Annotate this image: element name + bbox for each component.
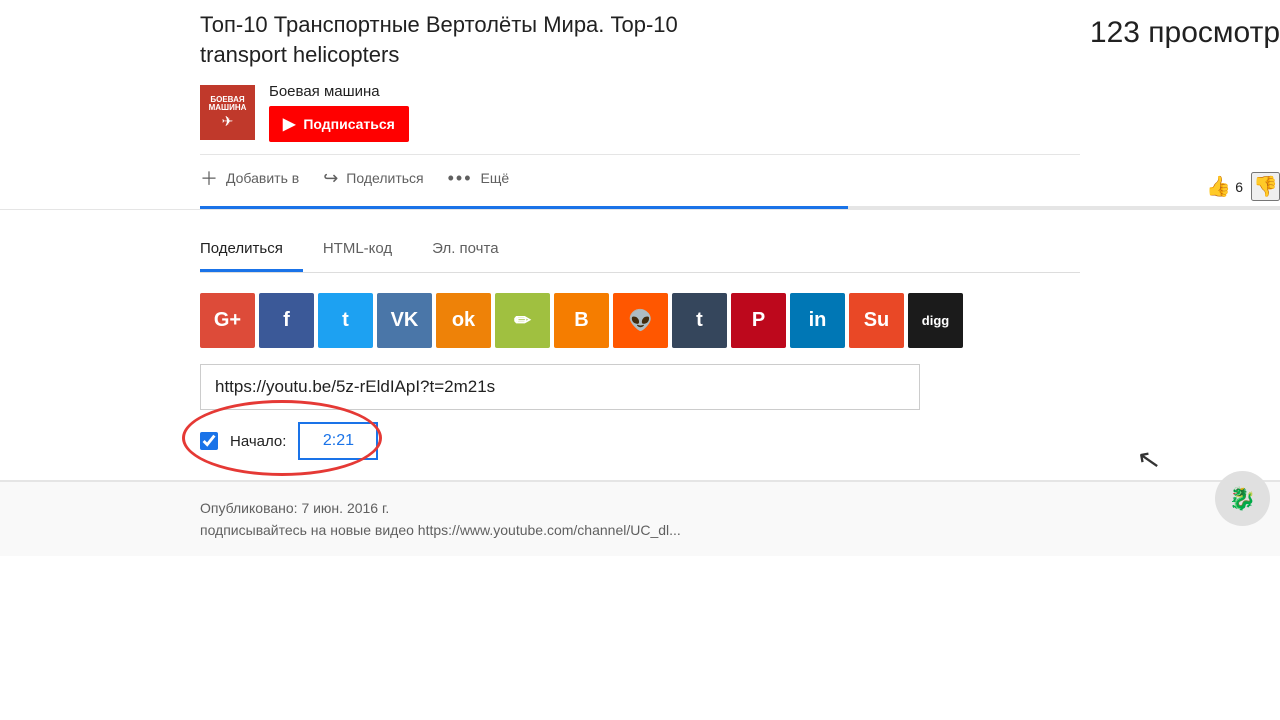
pinterest-icon[interactable]: P (731, 293, 786, 348)
plus-icon: ＋ (200, 165, 218, 191)
more-button[interactable]: ••• Ещё (448, 168, 510, 189)
add-to-button[interactable]: ＋ Добавить в (200, 165, 299, 191)
bottom-section: Опубликовано: 7 июн. 2016 г. подписывайт… (0, 481, 1280, 556)
blogger-icon[interactable]: B (554, 293, 609, 348)
vk-icon[interactable]: VK (377, 293, 432, 348)
tab-html[interactable]: HTML-код (323, 230, 412, 272)
action-row: ＋ Добавить в ↪ Поделиться ••• Ещё 👍 6 👎 (200, 154, 1080, 199)
tab-share[interactable]: Поделиться (200, 230, 303, 272)
digg-icon[interactable]: digg (908, 293, 963, 348)
thumbs-down-icon: 👎 (1253, 176, 1278, 198)
progress-bar-fill (200, 206, 848, 209)
like-button[interactable]: 👍 6 (1206, 174, 1243, 199)
video-title: Топ-10 Транспортные Вертолёты Мира. Top-… (200, 10, 1080, 69)
url-input[interactable] (200, 364, 920, 410)
share-panel: Поделиться HTML-код Эл. почта G+ftVKok✏B… (0, 210, 1280, 481)
published-date: Опубликовано: 7 июн. 2016 г. (200, 500, 1080, 516)
like-dislike-section: 👍 6 👎 (1206, 172, 1280, 201)
channel-logo: БОЕВАЯМАШИНА ✈ (200, 85, 255, 140)
social-icons-row: G+ftVKok✏B👽tPinSudigg (200, 293, 1080, 348)
stumbleupon-icon[interactable]: Su (849, 293, 904, 348)
twitter-icon[interactable]: t (318, 293, 373, 348)
progress-bar-container (200, 206, 1280, 209)
start-label: Начало: (230, 433, 286, 450)
facebook-icon[interactable]: f (259, 293, 314, 348)
thumbs-up-icon: 👍 (1206, 174, 1231, 199)
url-row (200, 364, 1080, 410)
start-time-input[interactable] (298, 422, 378, 460)
google-plus-icon[interactable]: G+ (200, 293, 255, 348)
tumblr-icon[interactable]: t (672, 293, 727, 348)
dots-icon: ••• (448, 168, 473, 189)
main-container: Топ-10 Транспортные Вертолёты Мира. Top-… (0, 0, 1280, 720)
start-time-row: Начало: ↖ (200, 422, 1080, 460)
dragon-icon: 🐉 (1215, 471, 1270, 526)
tab-email[interactable]: Эл. почта (432, 230, 518, 272)
subscribe-link-text: подписывайтесь на новые видео https://ww… (200, 522, 1080, 538)
dislike-button[interactable]: 👎 (1251, 172, 1280, 201)
share-tabs: Поделиться HTML-код Эл. почта (200, 230, 1080, 273)
reddit-icon[interactable]: 👽 (613, 293, 668, 348)
channel-row: БОЕВАЯМАШИНА ✈ Боевая машина ▶ Подписать… (200, 83, 1080, 142)
view-count: 123 просмотр (1090, 16, 1280, 49)
share-icon: ↪ (323, 168, 338, 189)
views-area: 123 просмотр (1090, 16, 1280, 50)
youtube-icon: ▶ (283, 114, 295, 134)
start-time-checkbox[interactable] (200, 432, 218, 450)
cursor-icon: ↖ (1134, 442, 1163, 479)
odnoklassniki-icon[interactable]: ok (436, 293, 491, 348)
linkedin-icon[interactable]: in (790, 293, 845, 348)
pencil-icon[interactable]: ✏ (495, 293, 550, 348)
video-info-section: Топ-10 Транспортные Вертолёты Мира. Top-… (0, 0, 1280, 210)
channel-name: Боевая машина (269, 83, 409, 100)
share-button[interactable]: ↪ Поделиться (323, 168, 423, 189)
channel-info: Боевая машина ▶ Подписаться (269, 83, 409, 142)
subscribe-button[interactable]: ▶ Подписаться (269, 106, 409, 142)
